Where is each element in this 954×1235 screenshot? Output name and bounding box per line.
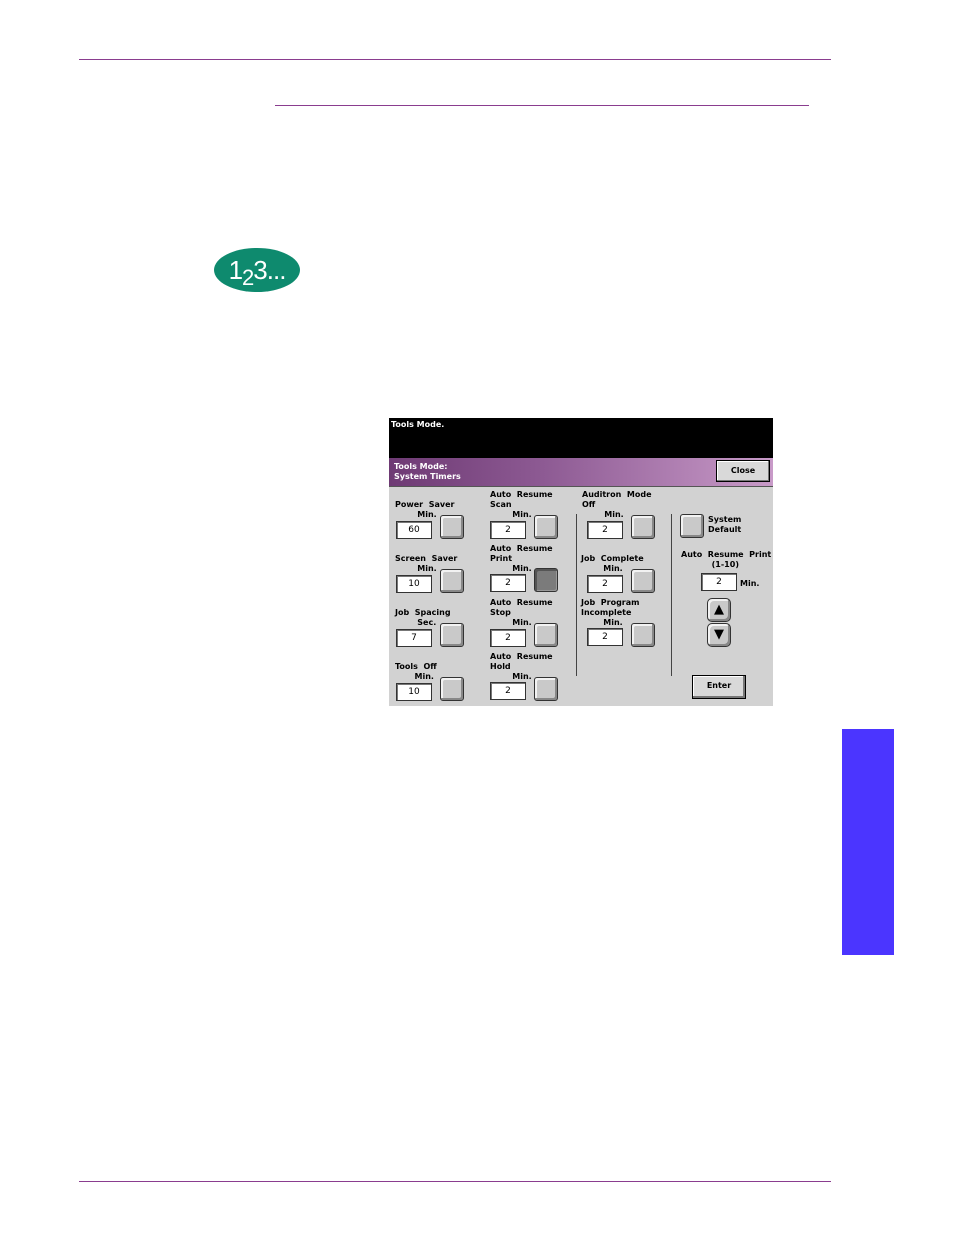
- auto-resume-hold-value: 2: [490, 682, 526, 700]
- system-default-label: System Default: [708, 515, 742, 534]
- section-rule: [275, 105, 809, 106]
- message-text: Tools Mode.: [391, 420, 445, 429]
- system-timers-screen: Tools Mode. Tools Mode: System Timers Cl…: [389, 418, 773, 706]
- auto-resume-print-edit-value: 2: [701, 573, 737, 591]
- down-arrow-icon: ▼: [714, 627, 724, 642]
- chapter-tab: [842, 729, 894, 955]
- steps-badge-icon: 123...: [214, 248, 300, 292]
- up-arrow-button[interactable]: ▲: [707, 598, 731, 622]
- auditron-mode-value: 2: [587, 521, 623, 539]
- system-default-button[interactable]: [680, 514, 704, 538]
- screen-saver-value: 10: [396, 575, 432, 593]
- auto-resume-stop-button[interactable]: [534, 623, 558, 647]
- down-arrow-button[interactable]: ▼: [707, 623, 731, 647]
- auto-resume-scan-button[interactable]: [534, 515, 558, 539]
- power-saver-value: 60: [396, 521, 432, 539]
- auto-resume-print-edit-unit: Min.: [740, 579, 760, 588]
- auto-resume-print-value: 2: [490, 574, 526, 592]
- up-arrow-icon: ▲: [714, 602, 724, 617]
- screen-saver-button[interactable]: [440, 569, 464, 593]
- title-bar: Tools Mode: System Timers Close: [389, 458, 773, 487]
- right-panel-divider: [671, 514, 672, 676]
- header-rule: [79, 59, 831, 60]
- enter-button[interactable]: Enter: [692, 675, 746, 699]
- screen-title: Tools Mode: System Timers: [394, 462, 461, 481]
- power-saver-button[interactable]: [440, 515, 464, 539]
- auto-resume-scan-value: 2: [490, 521, 526, 539]
- auto-resume-hold-button[interactable]: [534, 677, 558, 701]
- auditron-mode-button[interactable]: [631, 515, 655, 539]
- job-complete-value: 2: [587, 575, 623, 593]
- auto-resume-stop-value: 2: [490, 629, 526, 647]
- tools-off-value: 10: [396, 683, 432, 701]
- job-program-incomplete-value: 2: [587, 628, 623, 646]
- job-complete-button[interactable]: [631, 569, 655, 593]
- job-spacing-button[interactable]: [440, 623, 464, 647]
- tools-off-label: Tools Off Min.: [395, 662, 437, 681]
- column-divider: [576, 514, 577, 676]
- auto-resume-print-edit-label: Auto Resume Print (1-10): [681, 550, 772, 569]
- job-spacing-value: 7: [396, 629, 432, 647]
- close-button[interactable]: Close: [716, 460, 770, 482]
- message-bar: Tools Mode.: [389, 418, 773, 458]
- auto-resume-print-button[interactable]: [534, 568, 558, 592]
- tools-off-button[interactable]: [440, 677, 464, 701]
- footer-rule: [79, 1181, 831, 1182]
- job-program-incomplete-button[interactable]: [631, 623, 655, 647]
